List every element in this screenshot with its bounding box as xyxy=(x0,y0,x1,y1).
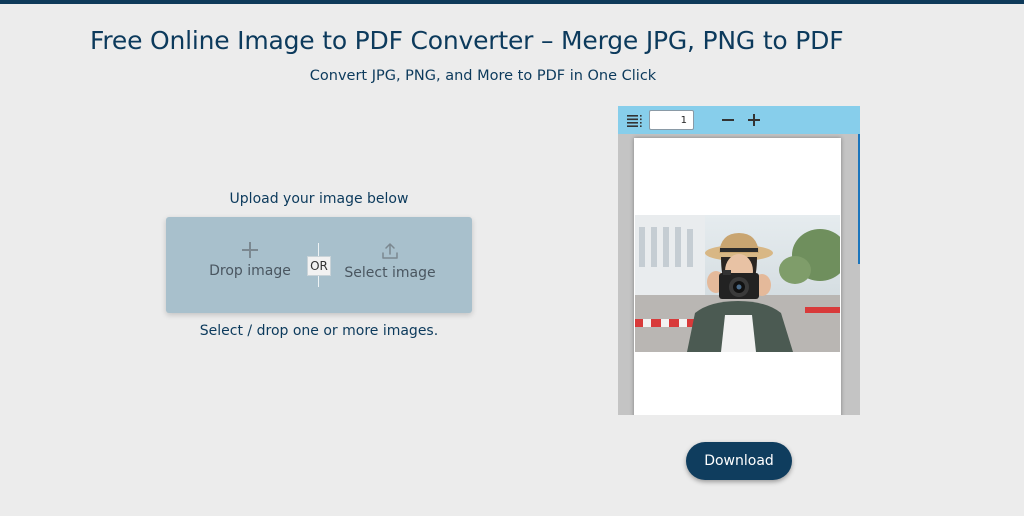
zoom-out-button[interactable] xyxy=(720,112,736,128)
or-badge: OR xyxy=(307,256,331,276)
page-subtitle: Convert JPG, PNG, and More to PDF in One… xyxy=(309,68,657,84)
upload-dropbox[interactable]: Drop image OR Select image xyxy=(166,217,472,313)
download-button[interactable]: Download xyxy=(686,442,792,480)
page-number-input[interactable] xyxy=(649,110,694,130)
page-title: Free Online Image to PDF Converter – Mer… xyxy=(90,26,844,55)
drop-image-zone[interactable]: Drop image xyxy=(194,241,306,291)
menu-icon[interactable] xyxy=(627,115,643,127)
pdf-page xyxy=(634,138,841,415)
select-image-button[interactable]: Select image xyxy=(336,241,444,291)
viewer-toolbar xyxy=(618,106,860,134)
plus-icon xyxy=(241,241,259,259)
select-image-label: Select image xyxy=(344,265,436,281)
photo-preview xyxy=(635,215,840,352)
viewer-scrollbar[interactable] xyxy=(858,134,860,264)
upload-caption: Upload your image below xyxy=(229,191,409,207)
viewer-canvas[interactable] xyxy=(618,134,860,415)
top-accent-bar xyxy=(0,0,1024,4)
zoom-in-button[interactable] xyxy=(746,112,762,128)
upload-hint: Select / drop one or more images. xyxy=(199,323,439,339)
drop-image-label: Drop image xyxy=(209,263,291,279)
upload-icon xyxy=(382,243,398,259)
pdf-viewer xyxy=(618,106,860,415)
photo-of-woman-with-camera xyxy=(635,215,840,352)
